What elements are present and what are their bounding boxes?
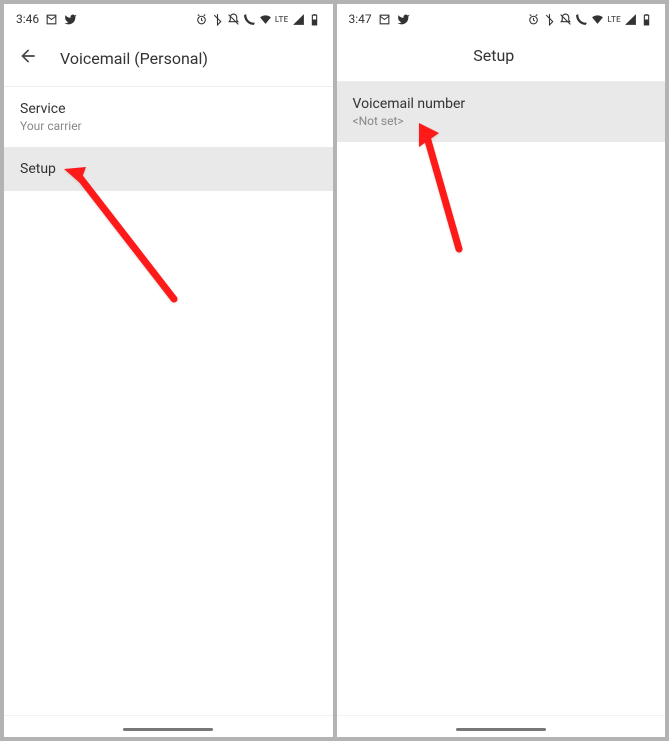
back-arrow-icon[interactable] xyxy=(18,46,38,70)
dnd-icon xyxy=(559,13,572,26)
nav-handle[interactable] xyxy=(456,728,546,731)
lte-label: LTE xyxy=(607,15,621,24)
page-title: Voicemail (Personal) xyxy=(60,49,208,68)
list-item-service[interactable]: Service Your carrier xyxy=(4,87,333,147)
status-time: 3:47 xyxy=(349,12,372,26)
item-subtitle: <Not set> xyxy=(353,114,650,128)
wifi-calling-icon xyxy=(575,13,588,26)
nav-bar xyxy=(337,715,666,737)
status-time: 3:46 xyxy=(16,12,39,26)
content: Voicemail number <Not set> xyxy=(337,82,666,715)
status-bar: 3:46 LTE xyxy=(4,4,333,30)
app-header: Voicemail (Personal) xyxy=(4,30,333,87)
item-subtitle: Your carrier xyxy=(20,119,317,133)
status-bar: 3:47 LTE xyxy=(337,4,666,30)
signal-icon xyxy=(292,13,305,26)
bluetooth-icon xyxy=(211,13,224,26)
status-right: LTE xyxy=(195,13,321,26)
alarm-icon xyxy=(527,13,540,26)
alarm-icon xyxy=(195,13,208,26)
dnd-icon xyxy=(227,13,240,26)
nav-handle[interactable] xyxy=(123,728,213,731)
battery-icon xyxy=(308,13,321,26)
twitter-icon xyxy=(64,13,77,26)
item-title: Setup xyxy=(20,161,317,177)
page-title: Setup xyxy=(473,46,514,65)
wifi-calling-icon xyxy=(243,13,256,26)
battery-icon xyxy=(640,13,653,26)
status-right: LTE xyxy=(527,13,653,26)
signal-icon xyxy=(624,13,637,26)
item-title: Voicemail number xyxy=(353,96,650,112)
nav-bar xyxy=(4,715,333,737)
wifi-icon xyxy=(259,13,272,26)
twitter-icon xyxy=(397,13,410,26)
gmail-icon xyxy=(378,13,391,26)
item-title: Service xyxy=(20,101,317,117)
phone-screen-right: 3:47 LTE Setup Voicemail number <Not set… xyxy=(337,4,666,737)
status-left: 3:47 xyxy=(349,12,410,26)
app-header: Setup xyxy=(337,30,666,82)
bluetooth-icon xyxy=(543,13,556,26)
lte-label: LTE xyxy=(275,15,289,24)
list-item-voicemail-number[interactable]: Voicemail number <Not set> xyxy=(337,82,666,142)
wifi-icon xyxy=(591,13,604,26)
status-left: 3:46 xyxy=(16,12,77,26)
phone-screen-left: 3:46 LTE Voicemail (Personal) Service xyxy=(4,4,333,737)
list-item-setup[interactable]: Setup xyxy=(4,147,333,191)
content: Service Your carrier Setup xyxy=(4,87,333,715)
gmail-icon xyxy=(45,13,58,26)
